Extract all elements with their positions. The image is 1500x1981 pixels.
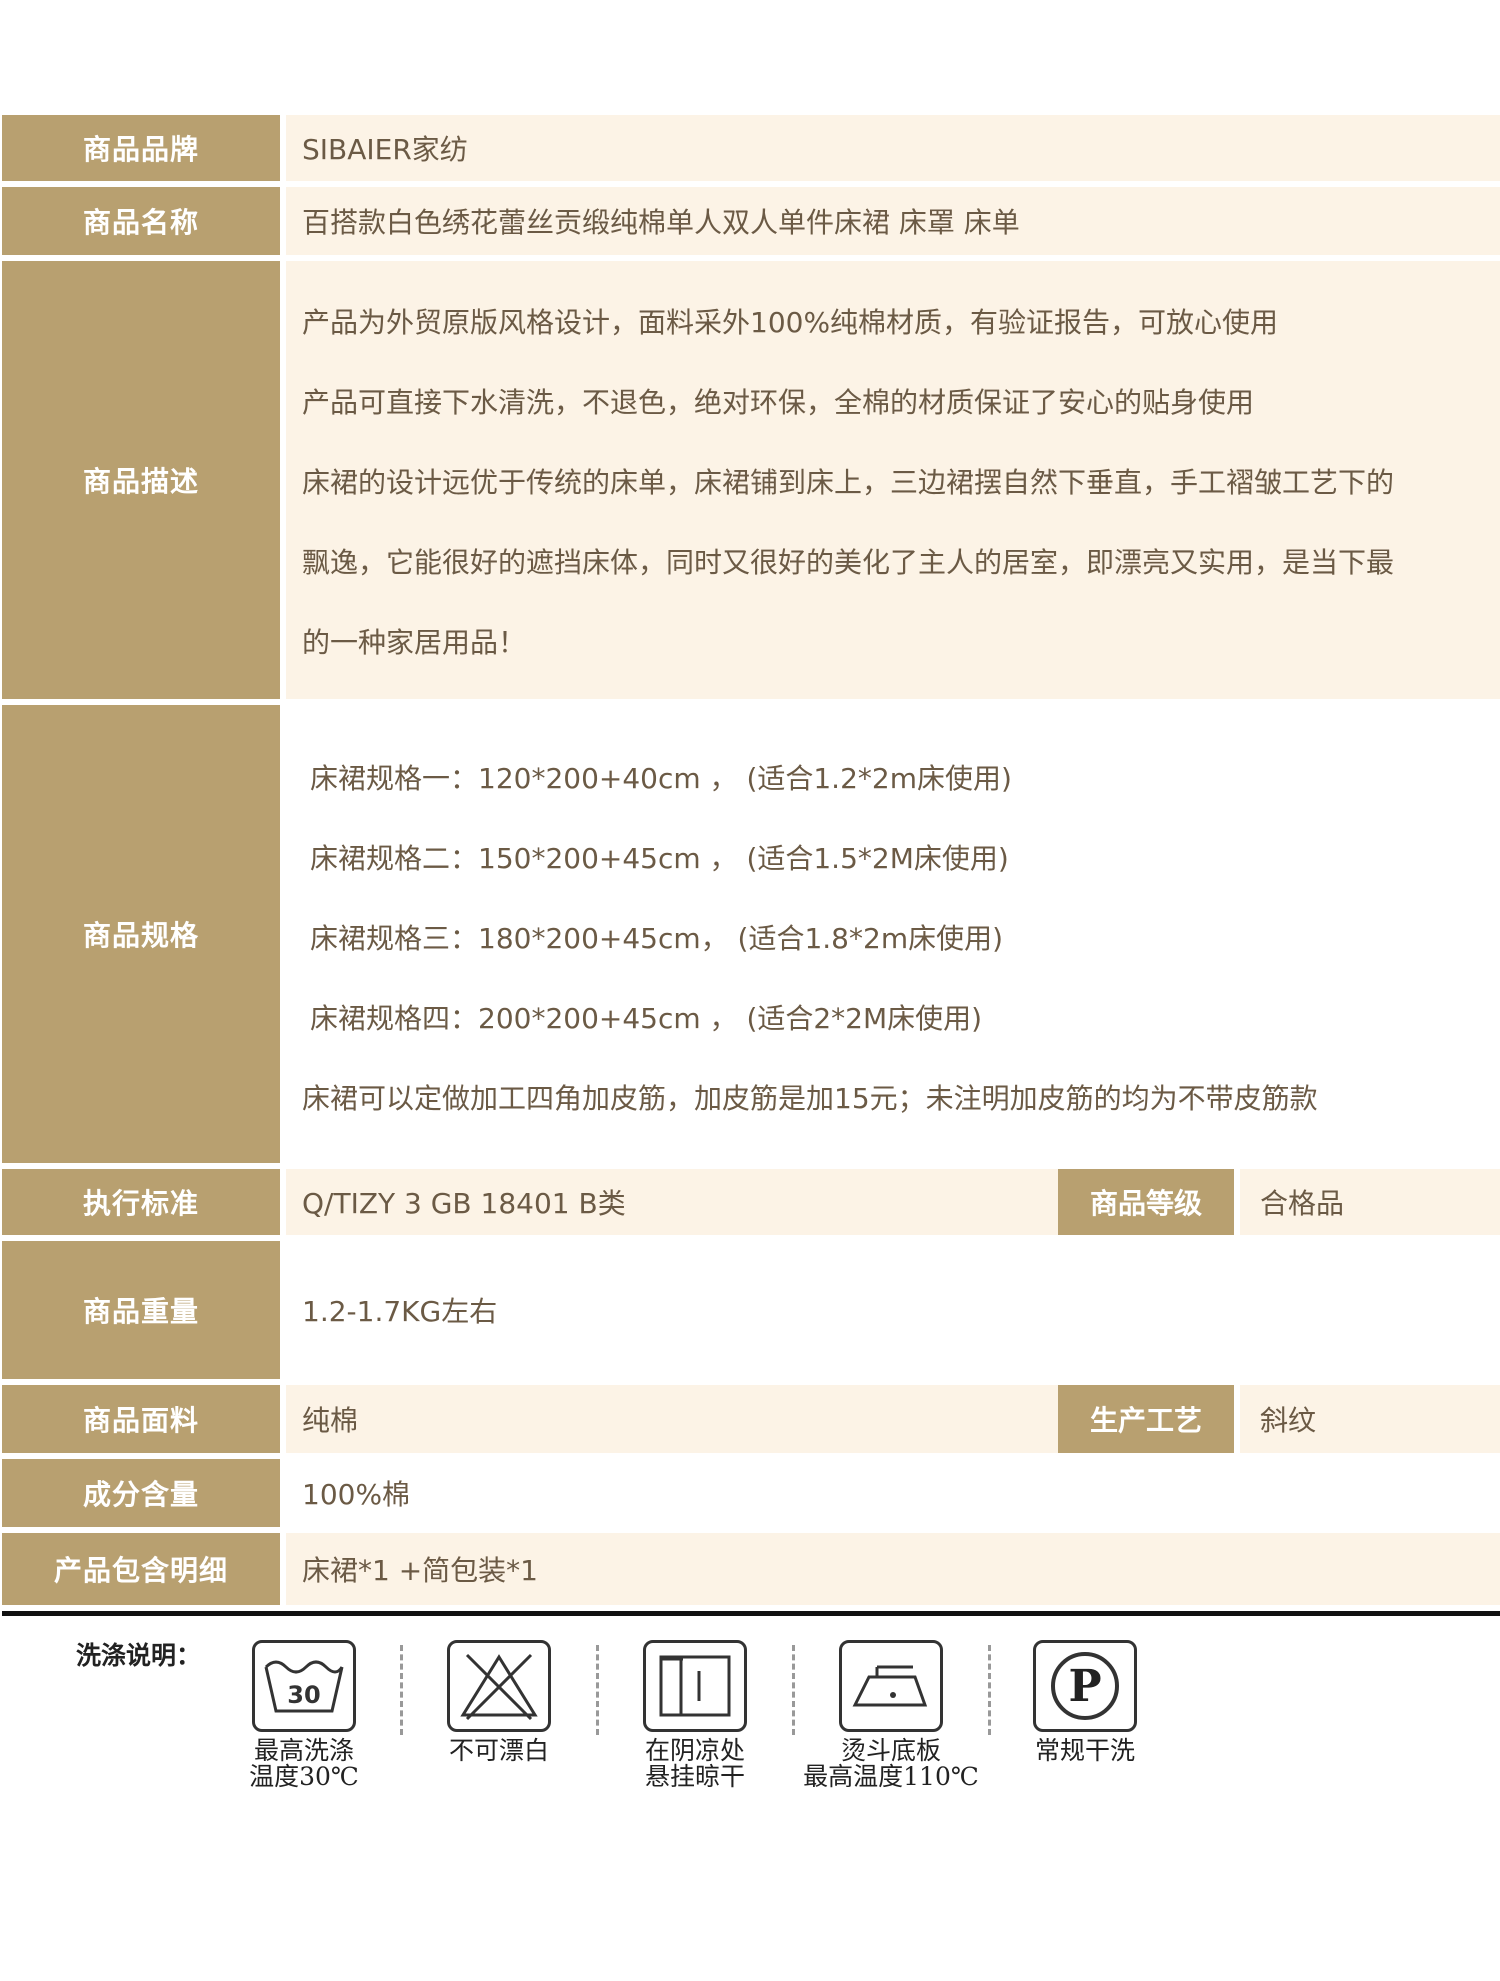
care-item-wash: 30 最高洗涤 温度30℃ (209, 1640, 399, 1790)
description-value: 产品为外贸原版风格设计，面料采外100%纯棉材质，有验证报告，可放心使用 产品可… (286, 261, 1500, 699)
weight-label: 商品重量 (2, 1241, 280, 1379)
section-divider (2, 1611, 1500, 1616)
grade-label: 商品等级 (1058, 1169, 1234, 1235)
row-package: 产品包含明细 床裙*1 +简包装*1 (0, 1533, 1500, 1611)
description-label: 商品描述 (2, 261, 280, 699)
row-fabric: 商品面料 纯棉 生产工艺 斜纹 (0, 1385, 1500, 1459)
product-info-table: 商品品牌 SIBAIER家纺 商品名称 百搭款白色绣花蕾丝贡缎纯棉单人双人单件床… (0, 115, 1500, 1611)
no-bleach-icon (447, 1640, 551, 1732)
care-caption-line: 不可漂白 (448, 1736, 549, 1765)
spec-line: 床裙规格四：200*200+45cm ， (适合2*2M床使用) (310, 1002, 983, 1035)
description-line: 产品为外贸原版风格设计，面料采外100%纯棉材质，有验证报告，可放心使用 (302, 306, 1279, 339)
care-caption-line: 温度30℃ (249, 1762, 359, 1791)
row-spec: 商品规格 床裙规格一：120*200+40cm ， (适合1.2*2m床使用) … (0, 705, 1500, 1169)
care-caption: 最高洗涤 温度30℃ (209, 1738, 399, 1790)
content-value: 100%棉 (286, 1459, 1500, 1527)
care-caption-line: 在阴凉处 (644, 1736, 745, 1765)
care-separator (400, 1645, 403, 1735)
row-name: 商品名称 百搭款白色绣花蕾丝贡缎纯棉单人双人单件床裙 床罩 床单 (0, 187, 1500, 261)
fabric-label: 商品面料 (2, 1385, 280, 1453)
care-item-iron: 烫斗底板 最高温度110℃ (796, 1640, 986, 1790)
care-caption-line: 烫斗底板 (840, 1736, 941, 1765)
description-line: 飘逸，它能很好的遮挡床体，同时又很好的美化了主人的居室，即漂亮又实用，是当下最 (302, 546, 1395, 579)
spec-line: 床裙规格二：150*200+45cm ， (适合1.5*2M床使用) (310, 842, 1009, 875)
care-caption-line: 最高洗涤 (253, 1736, 354, 1765)
care-separator (792, 1645, 795, 1735)
content-label: 成分含量 (2, 1459, 280, 1527)
care-item-no-bleach: 不可漂白 (404, 1640, 594, 1764)
description-line: 床裙的设计远优于传统的床单，床裙铺到床上，三边裙摆自然下垂直，手工褶皱工艺下的 (302, 466, 1395, 499)
care-caption: 烫斗底板 最高温度110℃ (796, 1738, 986, 1790)
weight-value: 1.2-1.7KG左右 (286, 1241, 1500, 1379)
iron-110-icon (839, 1640, 943, 1732)
wash-30-icon: 30 (252, 1640, 356, 1732)
fabric-value: 纯棉 (286, 1385, 1058, 1453)
spec-label: 商品规格 (2, 705, 280, 1163)
spec-line: 床裙规格三：180*200+45cm， (适合1.8*2m床使用) (310, 922, 1004, 955)
brand-label: 商品品牌 (2, 115, 280, 181)
grade-value: 合格品 (1240, 1169, 1500, 1235)
row-standard: 执行标准 Q/TIZY 3 GB 18401 B类 商品等级 合格品 (0, 1169, 1500, 1241)
craft-value: 斜纹 (1240, 1385, 1500, 1453)
care-caption: 常规干洗 (990, 1738, 1180, 1764)
package-label: 产品包含明细 (2, 1533, 280, 1605)
standard-label: 执行标准 (2, 1169, 280, 1235)
care-caption: 不可漂白 (404, 1738, 594, 1764)
care-separator (596, 1645, 599, 1735)
care-caption: 在阴凉处 悬挂晾干 (600, 1738, 790, 1790)
dry-clean-p-icon: P (1033, 1640, 1137, 1732)
description-line: 产品可直接下水清洗，不退色，绝对环保，全棉的材质保证了安心的贴身使用 (302, 386, 1255, 419)
brand-value: SIBAIER家纺 (286, 115, 1500, 181)
wash-temperature-number: 30 (287, 1681, 320, 1709)
row-weight: 商品重量 1.2-1.7KG左右 (0, 1241, 1500, 1385)
name-value: 百搭款白色绣花蕾丝贡缎纯棉单人双人单件床裙 床罩 床单 (286, 187, 1500, 255)
craft-label: 生产工艺 (1058, 1385, 1234, 1453)
row-brand: 商品品牌 SIBAIER家纺 (0, 115, 1500, 187)
row-description: 商品描述 产品为外贸原版风格设计，面料采外100%纯棉材质，有验证报告，可放心使… (0, 261, 1500, 705)
spec-note: 床裙可以定做加工四角加皮筋，加皮筋是加15元；未注明加皮筋的均为不带皮筋款 (302, 1082, 1318, 1115)
name-label: 商品名称 (2, 187, 280, 255)
care-caption-line: 最高温度110℃ (803, 1762, 979, 1791)
description-line: 的一种家居用品！ (302, 626, 527, 659)
spec-value: 床裙规格一：120*200+40cm ， (适合1.2*2m床使用) 床裙规格二… (286, 705, 1500, 1163)
shade-hang-dry-icon (643, 1640, 747, 1732)
care-item-dry-clean: P 常规干洗 (990, 1640, 1180, 1764)
care-item-shade-dry: 在阴凉处 悬挂晾干 (600, 1640, 790, 1790)
dry-clean-letter: P (1068, 1661, 1101, 1712)
spec-line: 床裙规格一：120*200+40cm ， (适合1.2*2m床使用) (310, 762, 1012, 795)
care-caption-line: 常规干洗 (1034, 1736, 1135, 1765)
care-caption-line: 悬挂晾干 (644, 1762, 745, 1791)
wash-instructions-title: 洗涤说明： (76, 1641, 202, 1670)
row-content: 成分含量 100%棉 (0, 1459, 1500, 1533)
standard-value: Q/TIZY 3 GB 18401 B类 (286, 1169, 1058, 1235)
package-value: 床裙*1 +简包装*1 (286, 1533, 1500, 1605)
